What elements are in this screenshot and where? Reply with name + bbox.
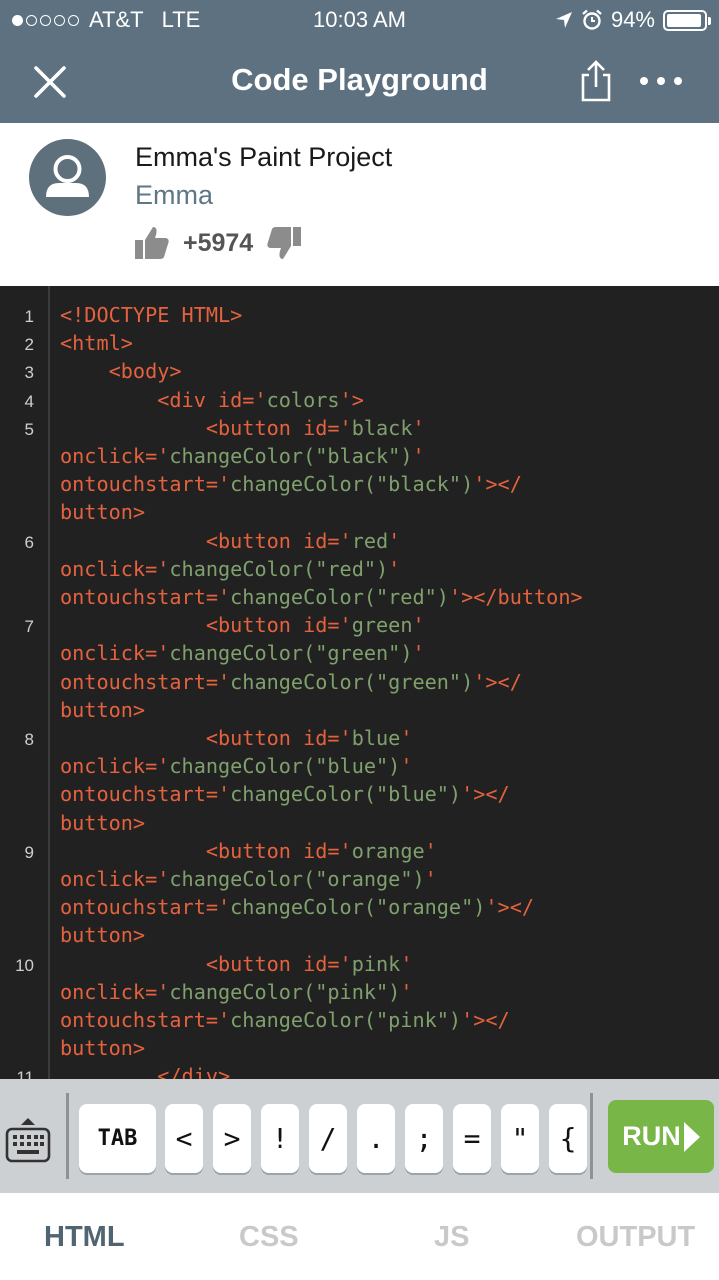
battery-icon [663, 9, 711, 31]
code-line: <!DOCTYPE HTML> [60, 303, 243, 327]
code-playground-screen: AT&T LTE 10:03 AM 94% Code Playground Em… [0, 0, 719, 1280]
editor-tabs: HTML CSS JS OUTPUT [0, 1193, 719, 1280]
symbol-key[interactable]: { [549, 1104, 587, 1173]
status-bar: AT&T LTE 10:03 AM 94% [0, 0, 719, 40]
line-number: 2 [24, 335, 34, 355]
code-line: ontouchstart='changeColor("black")'></ [60, 472, 522, 497]
code-line: <body> [60, 359, 182, 384]
code-line: <div id='colors'> [60, 387, 364, 412]
divider [590, 1093, 593, 1179]
line-number: 7 [24, 617, 34, 637]
code-line: onclick='changeColor("black")' [60, 444, 425, 468]
code-line: <button id='orange' [60, 838, 437, 863]
code-line: <button id='green' [60, 613, 425, 638]
tab-html[interactable]: HTML [44, 1221, 125, 1254]
user-icon [46, 155, 89, 197]
code-line: button> [60, 923, 146, 948]
line-number: 1 [24, 307, 34, 326]
code-line: <button id='pink' [60, 951, 413, 976]
line-number: 10 [15, 955, 34, 975]
thumbs-down-icon[interactable] [265, 225, 303, 261]
divider [66, 1093, 69, 1179]
symbol-key[interactable]: . [357, 1104, 395, 1173]
location-arrow-icon [555, 12, 572, 28]
code-line: ontouchstart='changeColor("green")'></ [60, 669, 522, 694]
top-bar: AT&T LTE 10:03 AM 94% Code Playground [0, 0, 719, 123]
code-editor[interactable]: 1 2 3 4 5 6 7 8 9 10 11 <!DOCTYPE HTML> <html> <body… [0, 286, 719, 1079]
line-number: 9 [24, 842, 34, 862]
code-line: onclick='changeColor("red")' [60, 556, 401, 581]
code-line: <button id='blue' [60, 726, 413, 750]
avatar[interactable] [29, 139, 106, 216]
code-line: <html> [60, 331, 133, 356]
code-line: ontouchstart='changeColor("pink")'></ [60, 1008, 510, 1032]
line-number: 5 [24, 419, 34, 439]
more-icon[interactable] [636, 66, 686, 96]
run-button[interactable]: RUN [608, 1100, 714, 1173]
keyboard-icon[interactable] [5, 1115, 51, 1165]
code-line: ontouchstart='changeColor("orange")'></ [60, 895, 535, 920]
project-title: Emma's Paint Project [135, 142, 393, 172]
vote-controls: +5974 [133, 223, 303, 263]
code-line: button> [60, 697, 146, 722]
tab-css[interactable]: CSS [239, 1221, 299, 1254]
code-line: onclick='changeColor("green")' [60, 641, 425, 666]
code-line: ontouchstart='changeColor("blue")'></ [60, 782, 510, 807]
symbol-key[interactable]: ! [261, 1104, 299, 1173]
keyboard-accessory-bar: RUN TAB < >! /.; = "{ [0, 1079, 719, 1193]
code-line: button> [60, 500, 146, 525]
symbol-key[interactable]: / [309, 1104, 347, 1173]
symbol-key[interactable]: ; [405, 1104, 443, 1173]
line-number: 4 [24, 391, 34, 411]
gutter-divider [48, 286, 50, 1079]
share-icon[interactable] [576, 58, 616, 104]
symbol-key[interactable]: < [165, 1104, 203, 1173]
code-line: <button id='red' [60, 528, 401, 553]
project-header: Emma's Paint Project Emma +5974 [0, 123, 719, 286]
code-line: button> [60, 1036, 146, 1061]
navigation-bar: Code Playground [0, 40, 719, 123]
alarm-clock-icon [582, 9, 602, 30]
battery-percent: 94% [610, 7, 655, 32]
author-name[interactable]: Emma [135, 180, 213, 211]
code-line: </div> [60, 1064, 231, 1079]
code-line: button> [60, 810, 146, 835]
play-icon [683, 1121, 700, 1152]
code-line: onclick='changeColor("blue")' [60, 754, 413, 779]
line-number: 8 [24, 730, 34, 749]
code-line: onclick='changeColor("pink")' [60, 979, 413, 1004]
symbol-key[interactable]: " [501, 1104, 539, 1173]
tab-output[interactable]: OUTPUT [576, 1221, 695, 1254]
code-line: onclick='changeColor("orange")' [60, 867, 437, 891]
symbol-key[interactable]: > [213, 1104, 251, 1173]
line-number: 11 [16, 1068, 34, 1079]
vote-count: +5974 [183, 228, 254, 257]
run-label: RUN [622, 1121, 681, 1151]
symbol-key[interactable]: = [453, 1104, 491, 1173]
thumbs-up-icon[interactable] [133, 225, 171, 261]
tab-key[interactable]: TAB [79, 1104, 156, 1173]
code-line: ontouchstart='changeColor("red")'></butt… [60, 585, 583, 609]
line-number: 3 [24, 363, 34, 383]
line-number: 6 [24, 532, 34, 552]
tab-js[interactable]: JS [434, 1221, 469, 1254]
code-line: <button id='black' [60, 415, 425, 440]
